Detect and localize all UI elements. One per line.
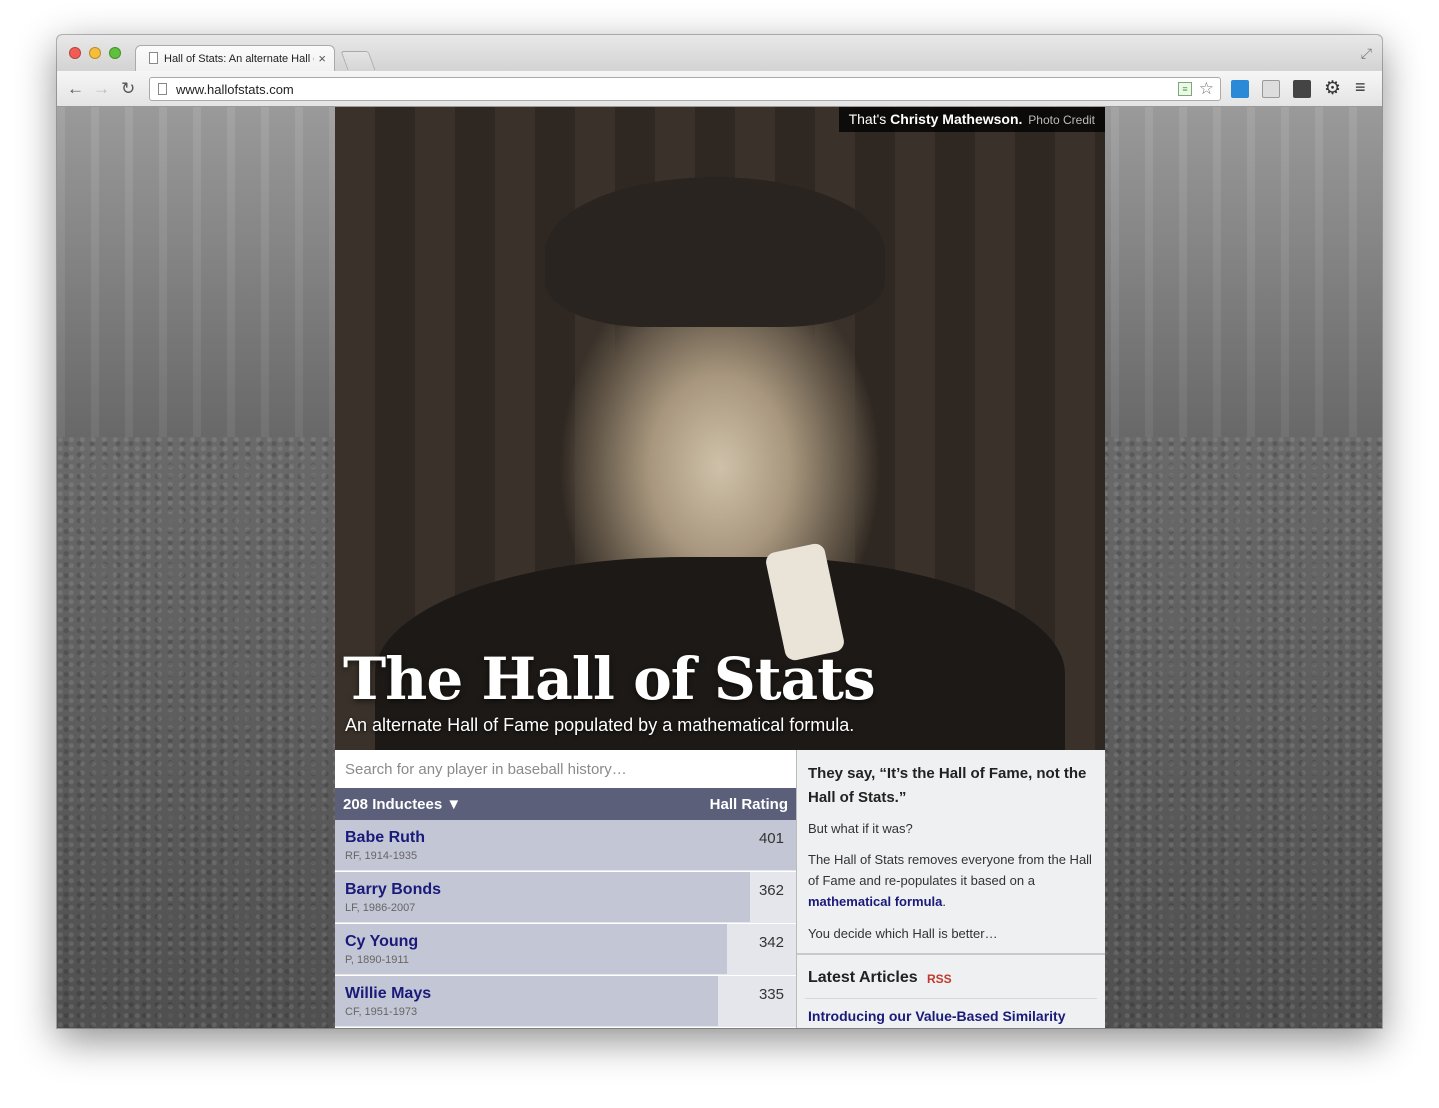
page-icon (158, 83, 167, 95)
hero-photo-cap (545, 177, 885, 327)
player-name-link[interactable]: Cy Young (345, 933, 418, 951)
page-icon (149, 52, 158, 64)
reload-icon[interactable]: ↻ (121, 79, 135, 99)
extension-linkedin-icon[interactable] (1262, 80, 1280, 98)
article-link[interactable]: Introducing our Value-Based Similarity (808, 1008, 1098, 1024)
forward-icon[interactable]: → (93, 79, 110, 99)
intro-section: They say, “It’s the Hall of Fame, not th… (797, 750, 1105, 955)
photo-credit: That's Christy Mathewson. Photo Credit (838, 107, 1105, 132)
intro-description-text: The Hall of Stats removes everyone from … (808, 852, 1092, 888)
player-meta: CF, 1951-1973 (345, 1006, 418, 1018)
inductee-list: Babe Ruth RF, 1914-1935 401 Barry Bonds … (335, 820, 796, 1028)
back-icon[interactable]: ← (67, 79, 84, 99)
close-window-button[interactable] (69, 47, 81, 59)
inductee-count-dropdown[interactable]: 208 Inductees ▼ (343, 796, 461, 813)
rss-link[interactable]: RSS (927, 972, 952, 986)
browser-toolbar: ← → ↻ www.hallofstats.com ≡ ☆ ⚙ ≡ (57, 71, 1382, 107)
table-row[interactable]: Barry Bonds LF, 1986-2007 362 (335, 872, 796, 924)
page-viewport: That's Christy Mathewson. Photo Credit T… (57, 107, 1382, 1028)
url-text[interactable]: www.hallofstats.com (176, 82, 294, 97)
extension-screen-icon[interactable] (1231, 80, 1249, 98)
hall-rating-column-header[interactable]: Hall Rating (710, 796, 788, 813)
rss-feed-icon[interactable]: ≡ (1178, 82, 1192, 96)
intro-sidebar: They say, “It’s the Hall of Fame, not th… (796, 750, 1105, 1028)
player-search-input[interactable] (335, 750, 796, 788)
settings-gear-icon[interactable]: ⚙ (1324, 77, 1341, 100)
table-row[interactable]: Cy Young P, 1890-1911 342 (335, 924, 796, 976)
player-rating: 401 (758, 830, 784, 847)
site-page: That's Christy Mathewson. Photo Credit T… (335, 107, 1105, 1028)
player-rating: 362 (758, 882, 784, 899)
player-name-link[interactable]: Barry Bonds (345, 881, 441, 899)
photo-credit-link[interactable]: Photo Credit (1028, 113, 1095, 127)
site-tagline: An alternate Hall of Fame populated by a… (345, 715, 855, 735)
player-name-link[interactable]: Willie Mays (345, 985, 431, 1003)
browser-window: Hall of Stats: An alternate Hall of Fame… (57, 35, 1382, 1028)
player-name-link[interactable]: Babe Ruth (345, 829, 425, 847)
hero-photo: That's Christy Mathewson. Photo Credit T… (335, 107, 1105, 750)
table-row[interactable]: Babe Ruth RF, 1914-1935 401 (335, 820, 796, 872)
mathematical-formula-link[interactable]: mathematical formula (808, 894, 942, 909)
player-rating: 342 (758, 934, 784, 951)
articles-divider (805, 998, 1097, 999)
intro-description: The Hall of Stats removes everyone from … (808, 849, 1098, 912)
tab-hall-of-stats[interactable]: Hall of Stats: An alternate Hall of Fame… (135, 45, 335, 71)
intro-description-end: . (942, 894, 946, 909)
minimize-window-button[interactable] (89, 47, 101, 59)
site-title[interactable]: The Hall of Stats (343, 645, 876, 713)
inductee-list-header: 208 Inductees ▼ Hall Rating (335, 788, 796, 820)
player-rating: 335 (758, 986, 784, 1003)
close-tab-icon[interactable]: × (318, 51, 326, 66)
player-meta: RF, 1914-1935 (345, 850, 418, 862)
bookmark-star-icon[interactable]: ☆ (1199, 79, 1214, 99)
credit-player-name: Christy Mathewson. (890, 111, 1023, 127)
inductee-panel: 208 Inductees ▼ Hall Rating Babe Ruth RF… (335, 750, 796, 1028)
fullscreen-icon[interactable]: ⤢ (1361, 45, 1372, 62)
player-meta: LF, 1986-2007 (345, 902, 416, 914)
intro-decide: You decide which Hall is better… (808, 926, 998, 941)
latest-articles-heading: Latest Articles (808, 969, 918, 986)
credit-prefix: That's (848, 111, 887, 127)
tab-title: Hall of Stats: An alternate Hall of Fame (164, 53, 314, 65)
player-meta: P, 1890-1911 (345, 954, 409, 966)
menu-icon[interactable]: ≡ (1355, 77, 1366, 98)
new-tab-button[interactable] (340, 51, 376, 70)
maximize-window-button[interactable] (109, 47, 121, 59)
tab-bar: Hall of Stats: An alternate Hall of Fame… (57, 35, 1382, 71)
intro-question: But what if it was? (808, 821, 913, 836)
intro-quote: They say, “It’s the Hall of Fame, not th… (808, 765, 1087, 806)
table-row[interactable]: Willie Mays CF, 1951-1973 335 (335, 976, 796, 1028)
extension-evernote-icon[interactable] (1293, 80, 1311, 98)
address-bar[interactable]: www.hallofstats.com ≡ ☆ (149, 77, 1221, 101)
